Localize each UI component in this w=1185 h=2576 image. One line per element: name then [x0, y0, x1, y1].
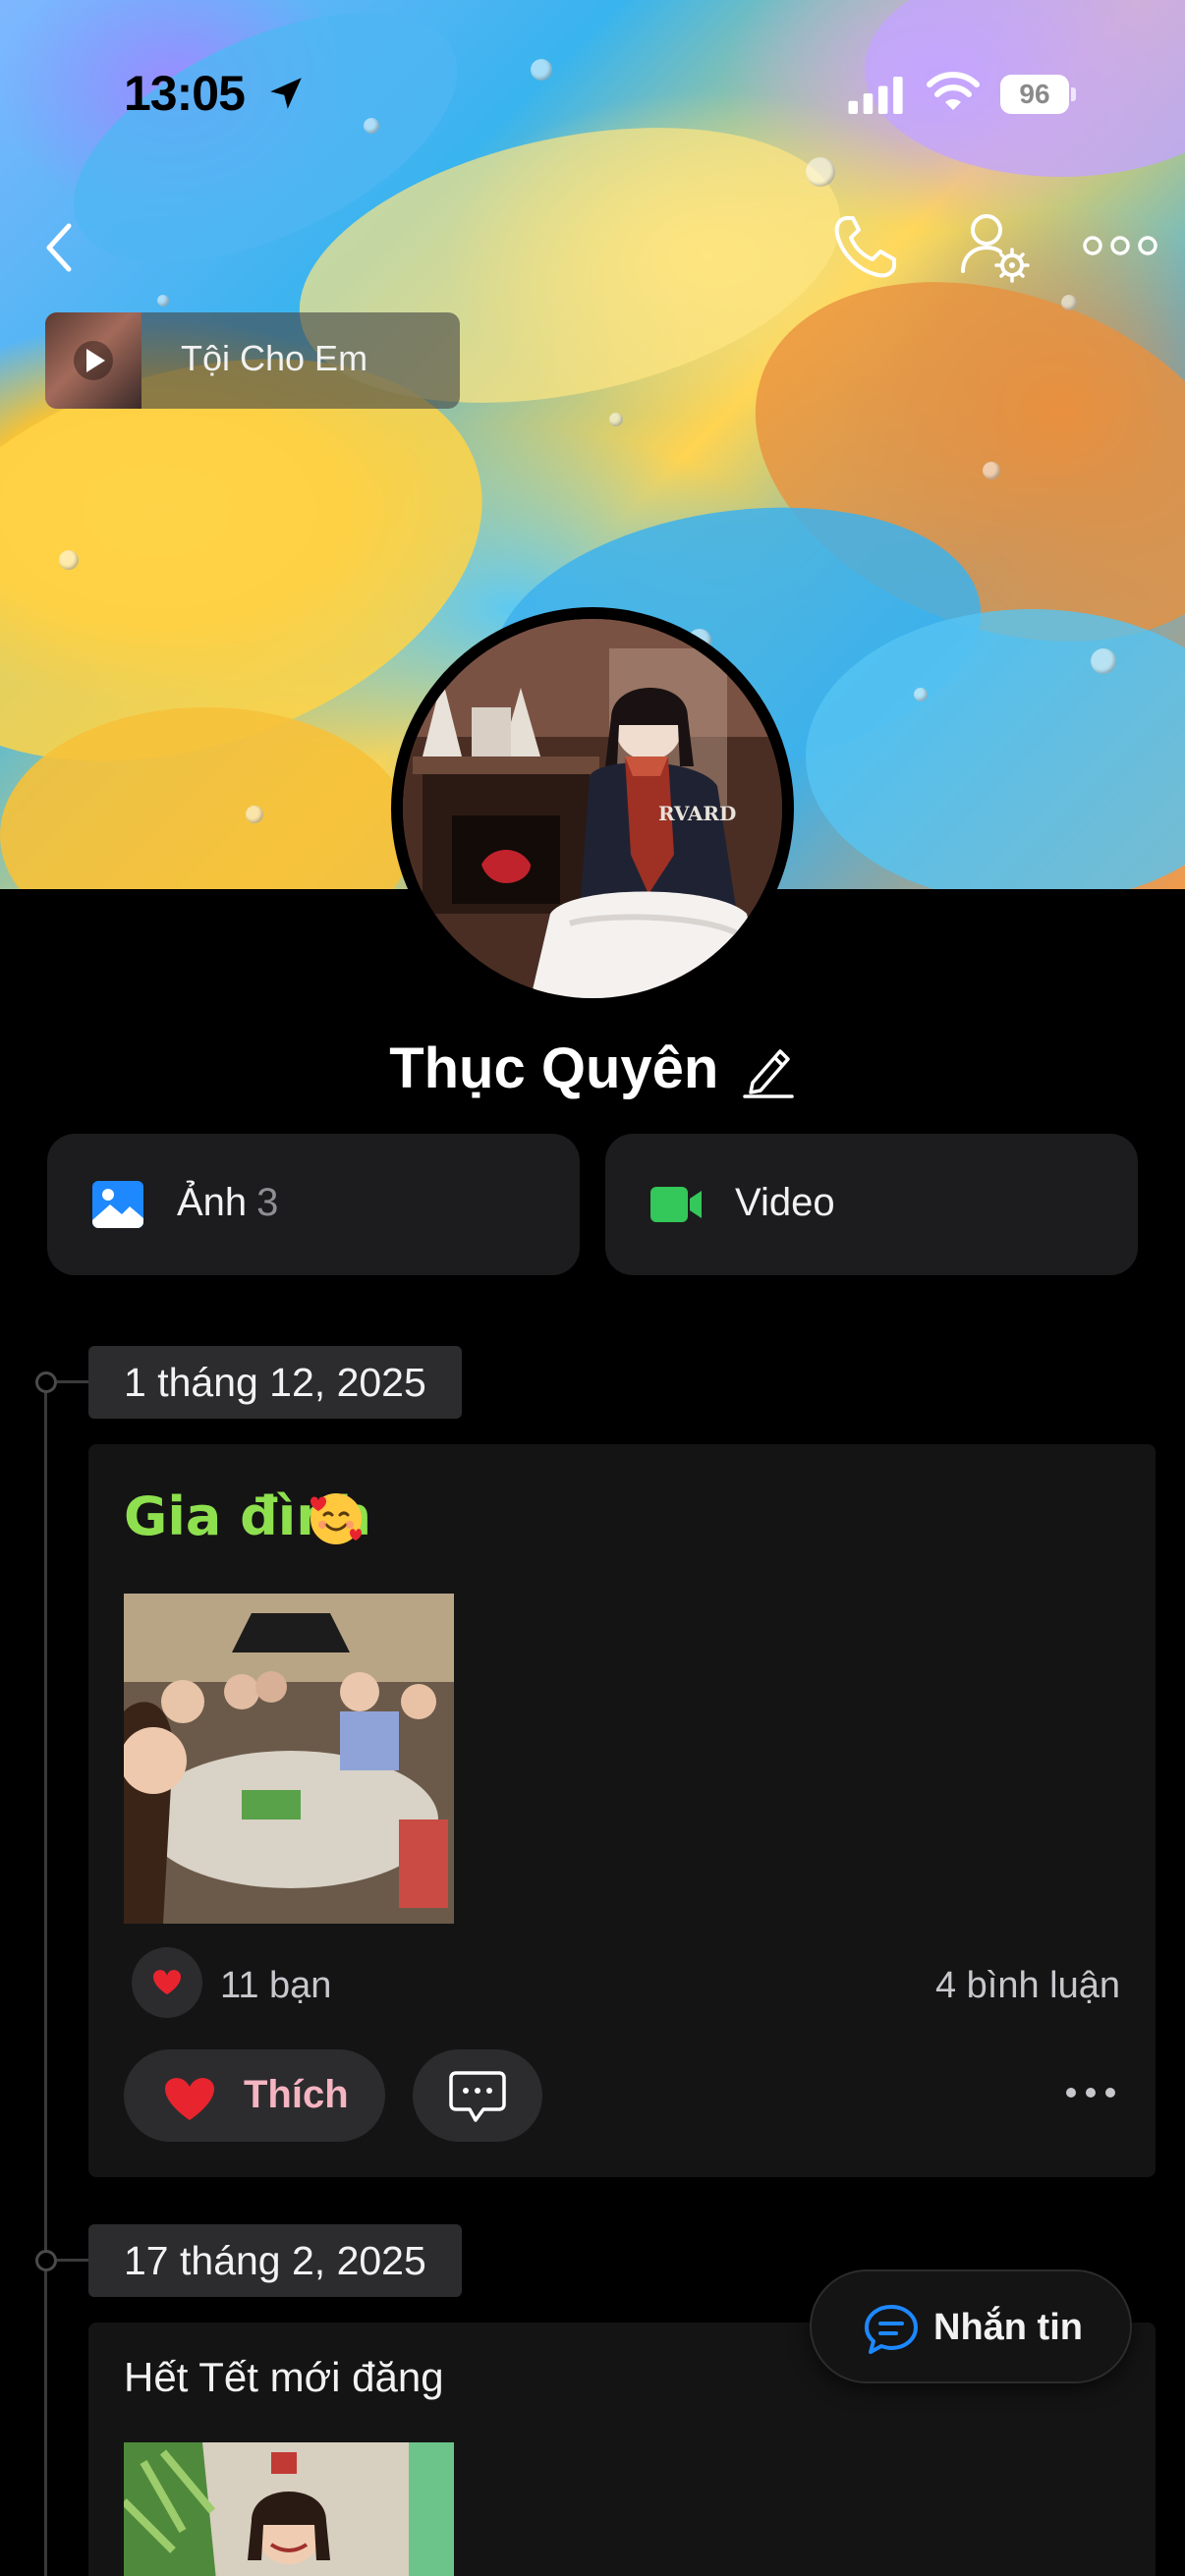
timeline-connector [57, 1380, 88, 1383]
more-dots-icon [1066, 2088, 1115, 2098]
more-dots-icon [1083, 236, 1157, 255]
location-arrow-icon [270, 78, 302, 109]
back-button[interactable] [35, 212, 85, 281]
timeline-connector [57, 2259, 88, 2262]
post-photo-illustration [124, 1594, 454, 1924]
post-photo-illustration [124, 2442, 454, 2576]
cellular-signal-icon [848, 77, 903, 114]
back-chevron-icon [46, 223, 72, 272]
reaction-count[interactable]: 11 bạn [220, 1965, 331, 2007]
water-droplet [1091, 648, 1116, 674]
avatar-photo: RVARD [403, 619, 782, 998]
battery-nub [1071, 87, 1076, 101]
phone-call-icon [834, 216, 896, 278]
photo-gallery-icon [92, 1181, 143, 1228]
send-message-label: Nhắn tin [933, 2307, 1083, 2348]
videos-tab[interactable]: Video [605, 1134, 1138, 1275]
videos-tab-label: Video [735, 1181, 835, 1224]
wifi-icon [927, 72, 980, 110]
photos-tab[interactable]: Ảnh 3 [47, 1134, 580, 1275]
pencil-icon [743, 1048, 794, 1098]
status-bar: 13:05 96 [0, 0, 1185, 138]
battery-icon: 96 [1000, 75, 1076, 114]
comment-button[interactable] [413, 2049, 542, 2142]
timeline-post[interactable]: Gia đình 11 bạn 4 bình luận Thích [88, 1444, 1156, 2177]
comment-count[interactable]: 4 bình luận [935, 1965, 1120, 2007]
post-photo[interactable] [124, 1594, 454, 1924]
status-time: 13:05 [124, 66, 246, 121]
profile-avatar[interactable]: RVARD [391, 607, 794, 1010]
battery-level: 96 [1019, 79, 1050, 109]
water-droplet [914, 688, 928, 701]
water-droplet [1061, 295, 1077, 310]
post-date: 1 tháng 12, 2025 [88, 1346, 462, 1419]
post-caption: Hết Tết mới đăng [124, 2354, 444, 2400]
water-droplet [983, 462, 1000, 479]
timeline-dot [35, 1372, 57, 1393]
svg-text:RVARD: RVARD [658, 802, 736, 825]
profile-name-row: Thục Quyên [0, 1036, 1185, 1114]
timeline-line [44, 1379, 47, 2576]
user-settings-icon [961, 214, 1030, 283]
more-options-button[interactable] [1081, 226, 1159, 265]
heart-reaction-icon [153, 1970, 181, 1994]
water-droplet [806, 157, 835, 187]
edit-name-button[interactable] [741, 1039, 796, 1098]
photos-label: Ảnh [177, 1181, 248, 1224]
photos-count: 3 [256, 1181, 279, 1224]
chat-bubble-icon [865, 2305, 918, 2354]
post-photo[interactable] [124, 2442, 454, 2576]
photos-tab-label: Ảnh 3 [177, 1181, 278, 1225]
profile-name: Thục Quyên [389, 1036, 719, 1100]
water-droplet [609, 413, 623, 426]
send-message-button[interactable]: Nhắn tin [810, 2269, 1132, 2383]
post-more-button[interactable] [1061, 2073, 1120, 2112]
avatar-illustration: RVARD [403, 619, 782, 998]
water-droplet [246, 806, 263, 823]
water-droplet [157, 295, 169, 307]
water-droplet [59, 550, 79, 570]
reaction-badge[interactable] [132, 1947, 202, 2018]
video-camera-icon [650, 1187, 702, 1222]
profile-music-player[interactable]: Tội Cho Em [45, 312, 460, 409]
smiling-face-with-hearts-icon [310, 1493, 362, 1544]
profile-settings-button[interactable] [955, 208, 1034, 287]
play-icon[interactable] [73, 340, 114, 381]
music-title: Tội Cho Em [181, 338, 368, 378]
like-button[interactable]: Thích [124, 2049, 385, 2142]
call-button[interactable] [825, 210, 904, 285]
timeline-dot [35, 2250, 57, 2271]
like-label: Thích [244, 2073, 349, 2116]
comment-bubble-icon [449, 2071, 506, 2122]
post-date: 17 tháng 2, 2025 [88, 2224, 462, 2297]
music-album-cover [45, 312, 141, 409]
heart-icon [165, 2078, 214, 2120]
